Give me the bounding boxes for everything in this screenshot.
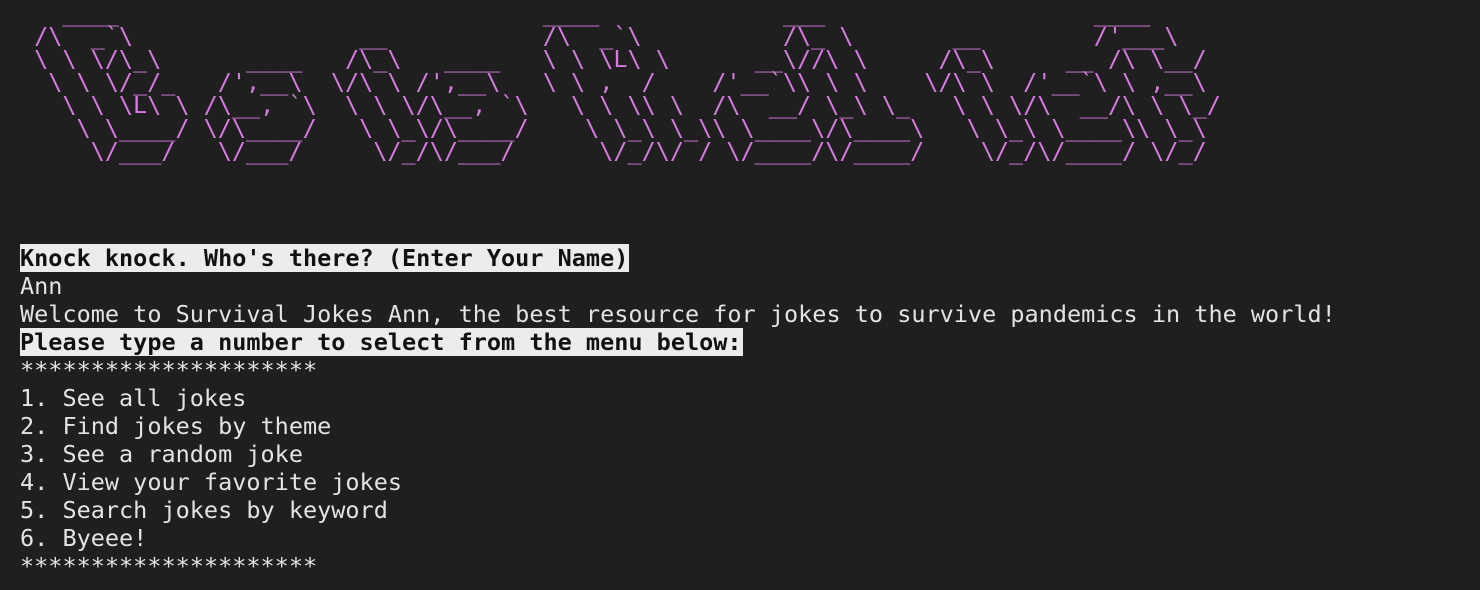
name-prompt: Knock knock. Who's there? (Enter Your Na… [20,244,630,272]
menu-divider-top: ********************* [20,356,318,384]
menu-item-exit: 6. Byeee! [20,524,148,552]
terminal-output: Knock knock. Who's there? (Enter Your Na… [20,244,1336,580]
menu-instruction-line: Please type a number to select from the … [20,328,1336,356]
menu-item-find-by-theme: 2. Find jokes by theme [20,412,332,440]
menu-item-see-all: 1. See all jokes [20,384,247,412]
welcome-message: Welcome to Survival Jokes Ann, the best … [20,300,1336,328]
user-name-input: Ann [20,272,63,300]
menu-item-favorites: 4. View your favorite jokes [20,468,403,496]
terminal-window[interactable]: ____ ____ ___ ____ /\ _`\ __ /\ _`\ /\_ … [0,0,1480,590]
menu-item-search-keyword: 5. Search jokes by keyword [20,496,388,524]
menu-item-random-joke: 3. See a random joke [20,440,303,468]
name-prompt-line: Knock knock. Who's there? (Enter Your Na… [20,244,1336,272]
menu-divider-bottom: ********************* [20,552,318,580]
ascii-art-banner: ____ ____ ___ ____ /\ _`\ __ /\ _`\ /\_ … [34,0,1221,165]
menu-instruction: Please type a number to select from the … [20,328,743,356]
